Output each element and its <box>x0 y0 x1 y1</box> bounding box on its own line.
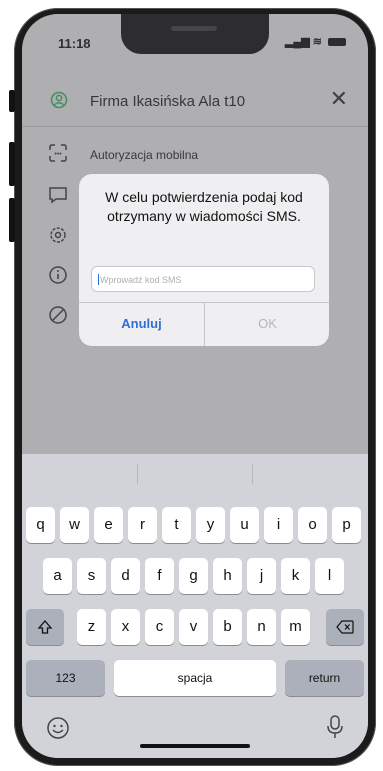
key-c[interactable]: c <box>145 609 174 645</box>
sms-code-placeholder: Wprowadź kod SMS <box>100 275 182 285</box>
key-v[interactable]: v <box>179 609 208 645</box>
key-d[interactable]: d <box>111 558 140 594</box>
key-r[interactable]: r <box>128 507 157 543</box>
keyboard: q w e r t y u i o p a s d f g h j k l z … <box>22 454 368 758</box>
numbers-key[interactable]: 123 <box>26 660 105 696</box>
key-w[interactable]: w <box>60 507 89 543</box>
key-q[interactable]: q <box>26 507 55 543</box>
shift-key[interactable] <box>26 609 64 645</box>
dialog-message: W celu potwierdzenia podaj kod otrzymany… <box>105 189 303 224</box>
key-s[interactable]: s <box>77 558 106 594</box>
key-m[interactable]: m <box>281 609 310 645</box>
shift-icon <box>37 620 53 634</box>
key-z[interactable]: z <box>77 609 106 645</box>
key-f[interactable]: f <box>145 558 174 594</box>
key-e[interactable]: e <box>94 507 123 543</box>
return-key[interactable]: return <box>285 660 364 696</box>
key-k[interactable]: k <box>281 558 310 594</box>
key-h[interactable]: h <box>213 558 242 594</box>
emoji-icon[interactable] <box>46 716 70 740</box>
ok-button[interactable]: OK <box>205 302 329 346</box>
key-i[interactable]: i <box>264 507 293 543</box>
microphone-icon[interactable] <box>326 714 344 740</box>
sms-code-input[interactable]: Wprowadź kod SMS <box>91 266 315 292</box>
home-indicator[interactable] <box>140 744 250 748</box>
sms-dialog: W celu potwierdzenia podaj kod otrzymany… <box>79 174 329 346</box>
key-a[interactable]: a <box>43 558 72 594</box>
suggestion-divider <box>137 464 138 484</box>
suggestion-divider <box>252 464 253 484</box>
key-u[interactable]: u <box>230 507 259 543</box>
volume-up-button <box>9 142 15 186</box>
key-n[interactable]: n <box>247 609 276 645</box>
backspace-icon <box>336 620 354 634</box>
text-caret <box>98 274 99 285</box>
key-o[interactable]: o <box>298 507 327 543</box>
space-key[interactable]: spacja <box>114 660 276 696</box>
key-l[interactable]: l <box>315 558 344 594</box>
key-y[interactable]: y <box>196 507 225 543</box>
cancel-button[interactable]: Anuluj <box>79 302 204 346</box>
key-b[interactable]: b <box>213 609 242 645</box>
key-x[interactable]: x <box>111 609 140 645</box>
mute-switch <box>9 90 15 112</box>
key-g[interactable]: g <box>179 558 208 594</box>
suggestion-bar <box>22 454 368 492</box>
volume-down-button <box>9 198 15 242</box>
backspace-key[interactable] <box>326 609 364 645</box>
key-j[interactable]: j <box>247 558 276 594</box>
key-t[interactable]: t <box>162 507 191 543</box>
phone-screen: 11:18 ▂▄▆ ≋ Firma Ikasińska Ala t10 ✕ ••… <box>22 14 368 758</box>
key-p[interactable]: p <box>332 507 361 543</box>
